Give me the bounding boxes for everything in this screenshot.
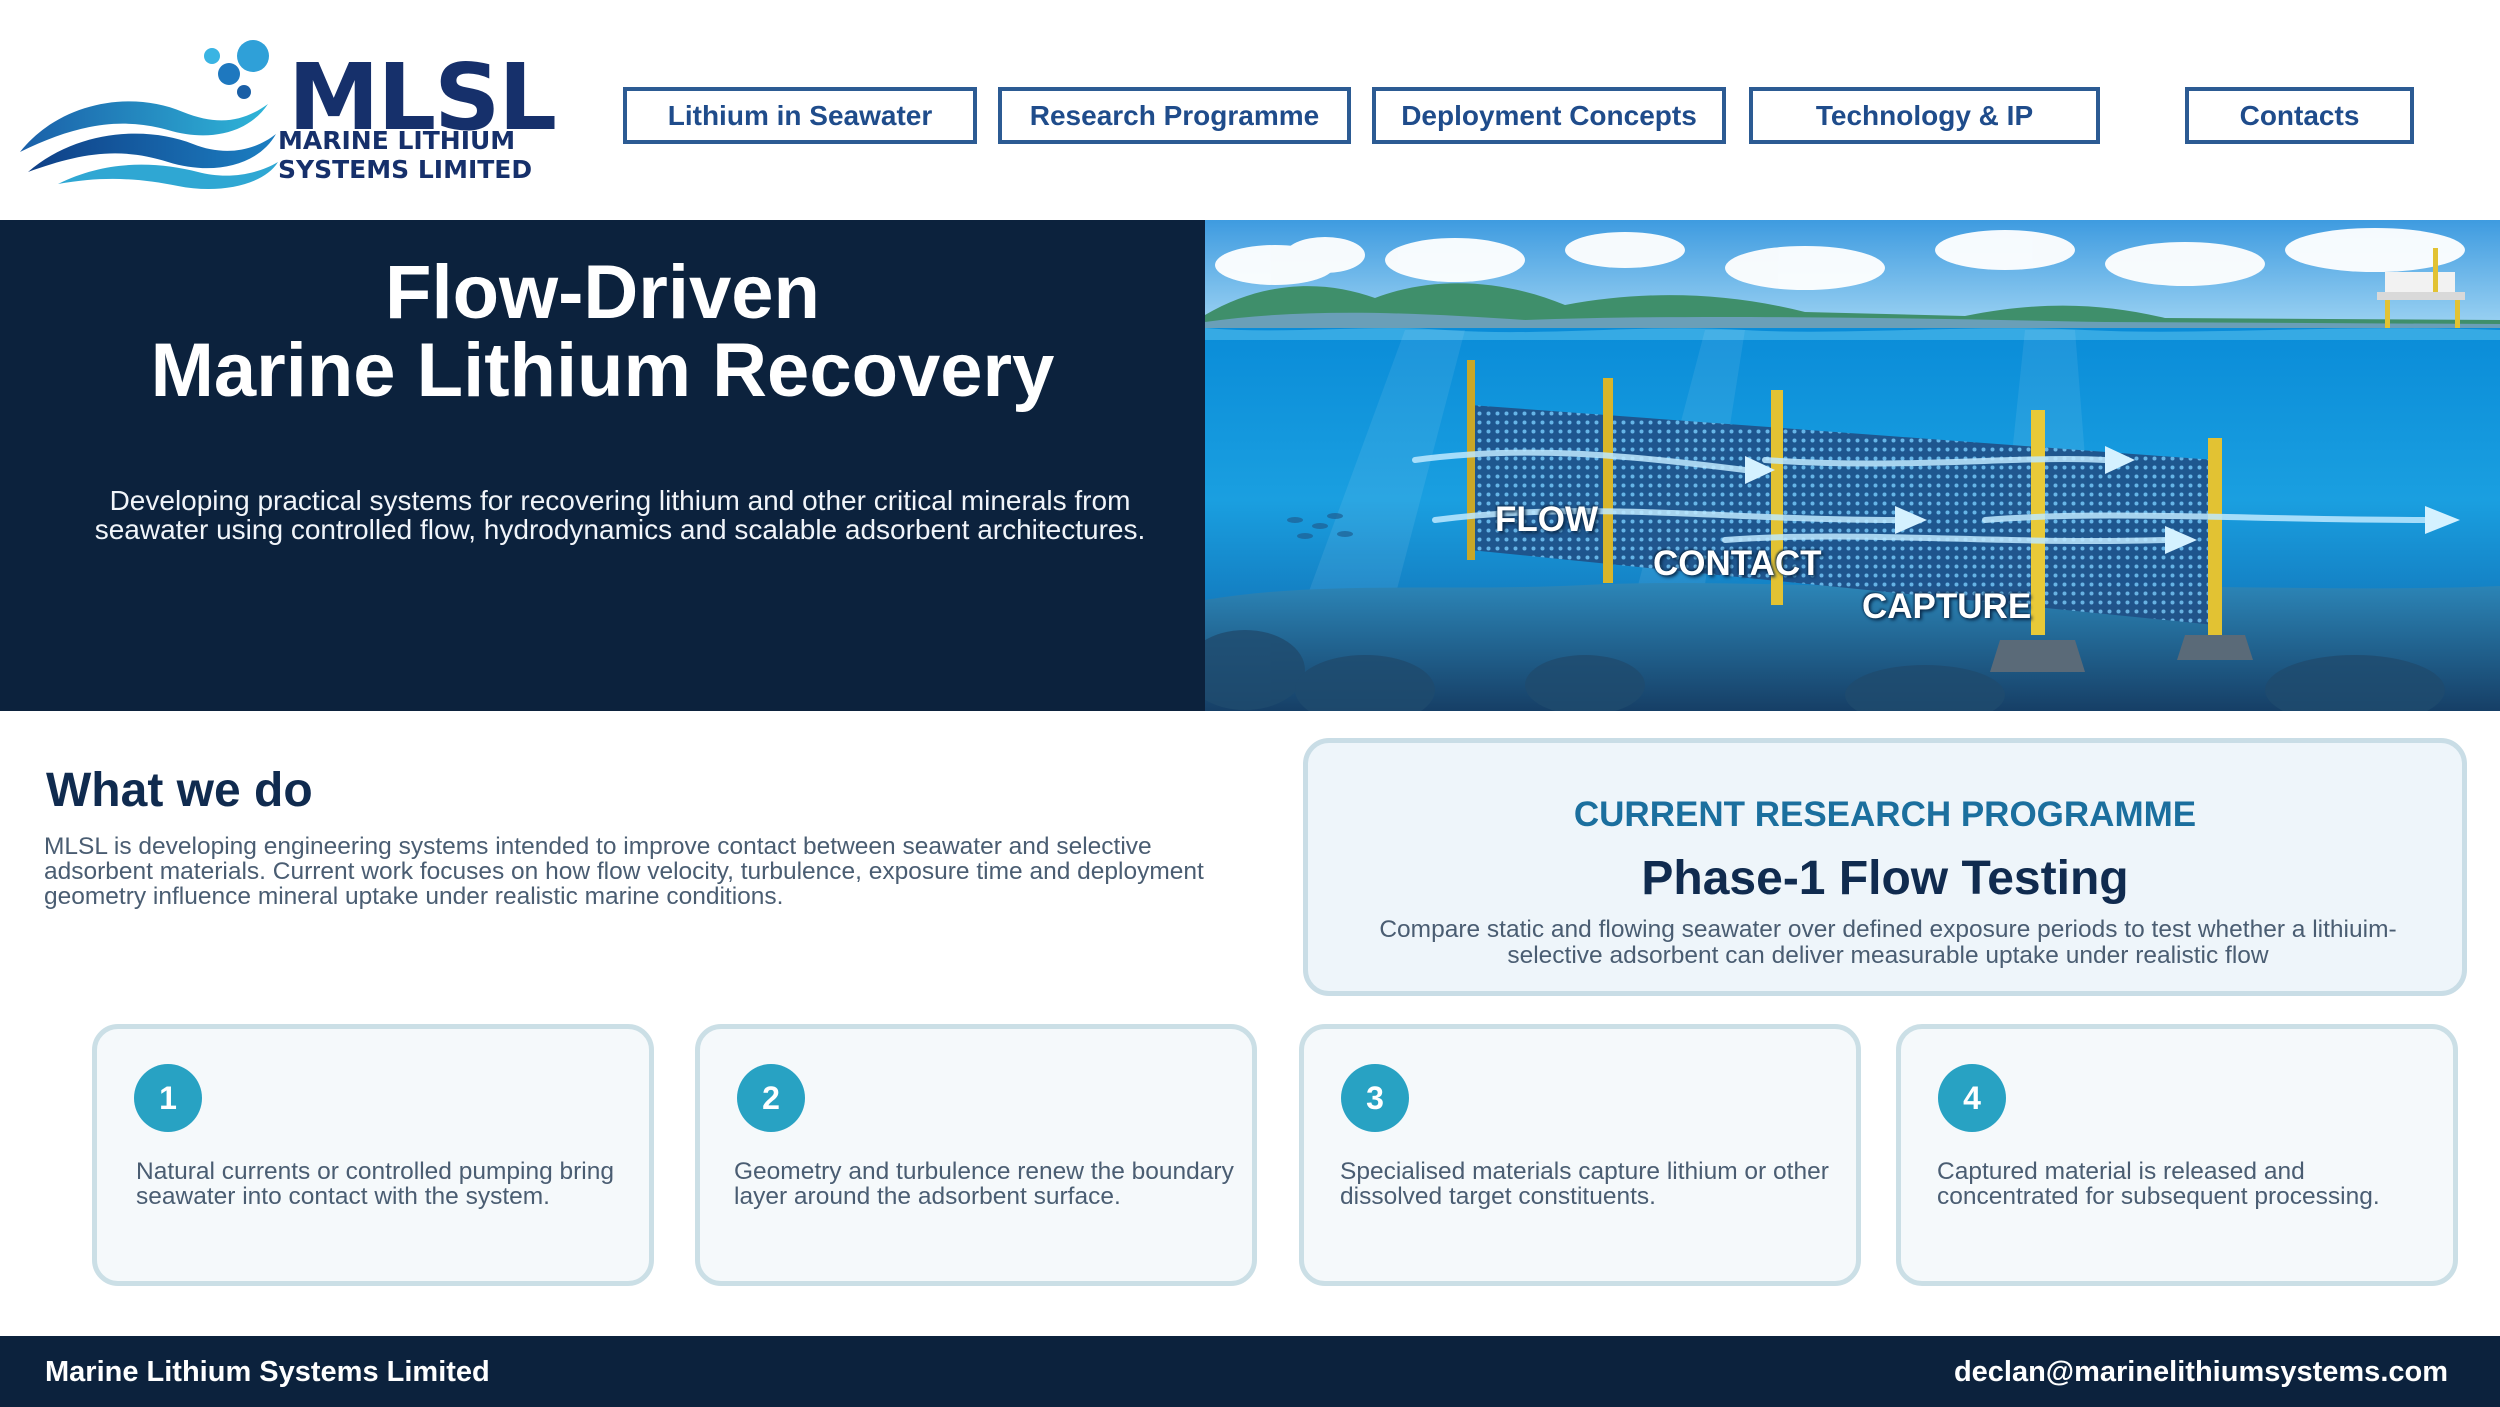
mlsl-logo[interactable]: MLSL MARINE LITHIUM SYSTEMS LIMITED (18, 34, 557, 194)
hero-title: Flow-Driven Marine Lithium Recovery (0, 254, 1205, 410)
nav-research-programme[interactable]: Research Programme (998, 87, 1351, 144)
footer-email-link[interactable]: declan@marinelithiumsystems.com (1954, 1356, 2448, 1389)
step-description: Specialised materials capture lithium or… (1340, 1158, 1829, 1210)
research-title: Phase-1 Flow Testing (1641, 852, 2129, 905)
research-kicker: CURRENT RESEARCH PROGRAMME (1573, 795, 2197, 834)
step-number-badge: 1 (134, 1064, 202, 1132)
research-programme-card: CURRENT RESEARCH PROGRAMME Phase-1 Flow … (1303, 738, 2467, 996)
hero-title-line-1: Flow-Driven (385, 250, 820, 335)
what-we-do-heading: What we do (46, 764, 313, 817)
nav-lithium-in-seawater[interactable]: Lithium in Seawater (623, 87, 977, 144)
contact-label: CONTACT (1653, 544, 1822, 583)
step-card-4: 4 Captured material is released and conc… (1896, 1024, 2458, 1286)
site-header: MLSL MARINE LITHIUM SYSTEMS LIMITED Lith… (0, 0, 2500, 220)
nav-technology-ip[interactable]: Technology & IP (1749, 87, 2100, 144)
capture-label: CAPTURE (1862, 587, 2032, 626)
step-card-2: 2 Geometry and turbulence renew the boun… (695, 1024, 1257, 1286)
step-description: Captured material is released and concen… (1937, 1158, 2380, 1210)
step-number-badge: 3 (1341, 1064, 1409, 1132)
step-description: Geometry and turbulence renew the bounda… (734, 1158, 1234, 1210)
hero-subtitle: Developing practical systems for recover… (94, 485, 1146, 545)
footer-company-name: Marine Lithium Systems Limited (45, 1356, 490, 1388)
what-we-do-text: MLSL is developing engineering systems i… (44, 833, 1204, 910)
wave-logo-icon (20, 40, 278, 189)
nav-deployment-concepts[interactable]: Deployment Concepts (1372, 87, 1726, 144)
step-card-3: 3 Specialised materials capture lithium … (1299, 1024, 1861, 1286)
hero-title-line-2: Marine Lithium Recovery (150, 328, 1055, 413)
site-footer: Marine Lithium Systems Limited declan@ma… (0, 1336, 2500, 1407)
logo-company-name: MARINE LITHIUM SYSTEMS LIMITED (278, 126, 533, 184)
hero-illustration: FLOW CONTACT CAPTURE (1205, 220, 2500, 711)
step-card-1: 1 Natural currents or controlled pumping… (92, 1024, 654, 1286)
step-number-badge: 2 (737, 1064, 805, 1132)
flow-label: FLOW (1495, 500, 1599, 539)
nav-contacts[interactable]: Contacts (2185, 87, 2414, 144)
step-number-badge: 4 (1938, 1064, 2006, 1132)
research-description: Compare static and flowing seawater over… (1379, 916, 2397, 969)
step-description: Natural currents or controlled pumping b… (136, 1158, 614, 1210)
underwater-barrier-image (1205, 220, 2500, 711)
hero-panel: Flow-Driven Marine Lithium Recovery Deve… (0, 220, 1205, 711)
